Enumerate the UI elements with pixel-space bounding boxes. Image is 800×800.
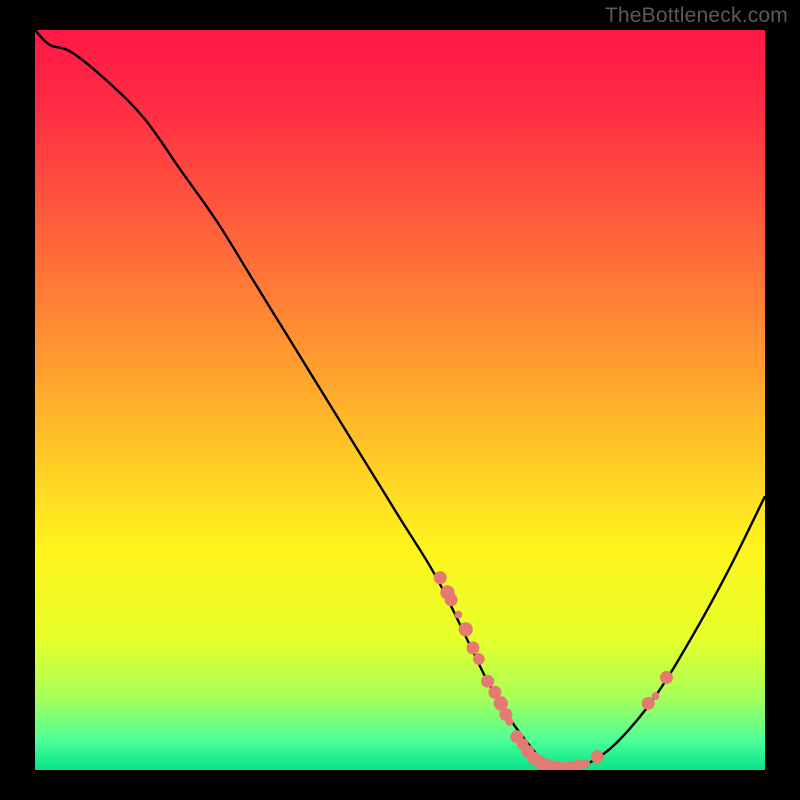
curve-marker [467, 641, 480, 654]
curve-marker [434, 571, 447, 584]
curve-marker [459, 622, 473, 636]
chart-stage: TheBottleneck.com [0, 0, 800, 800]
curve-marker [455, 611, 463, 619]
curve-marker [582, 759, 590, 767]
curve-marker [642, 697, 655, 710]
plot-area [35, 30, 765, 770]
gradient-background [35, 30, 765, 770]
curve-marker [660, 671, 673, 684]
chart-svg [35, 30, 765, 770]
curve-marker [506, 718, 514, 726]
curve-marker [591, 750, 604, 763]
watermark-text: TheBottleneck.com [605, 4, 788, 28]
curve-marker [652, 692, 660, 700]
curve-marker [445, 593, 458, 606]
curve-marker [473, 653, 485, 665]
curve-marker [481, 675, 494, 688]
